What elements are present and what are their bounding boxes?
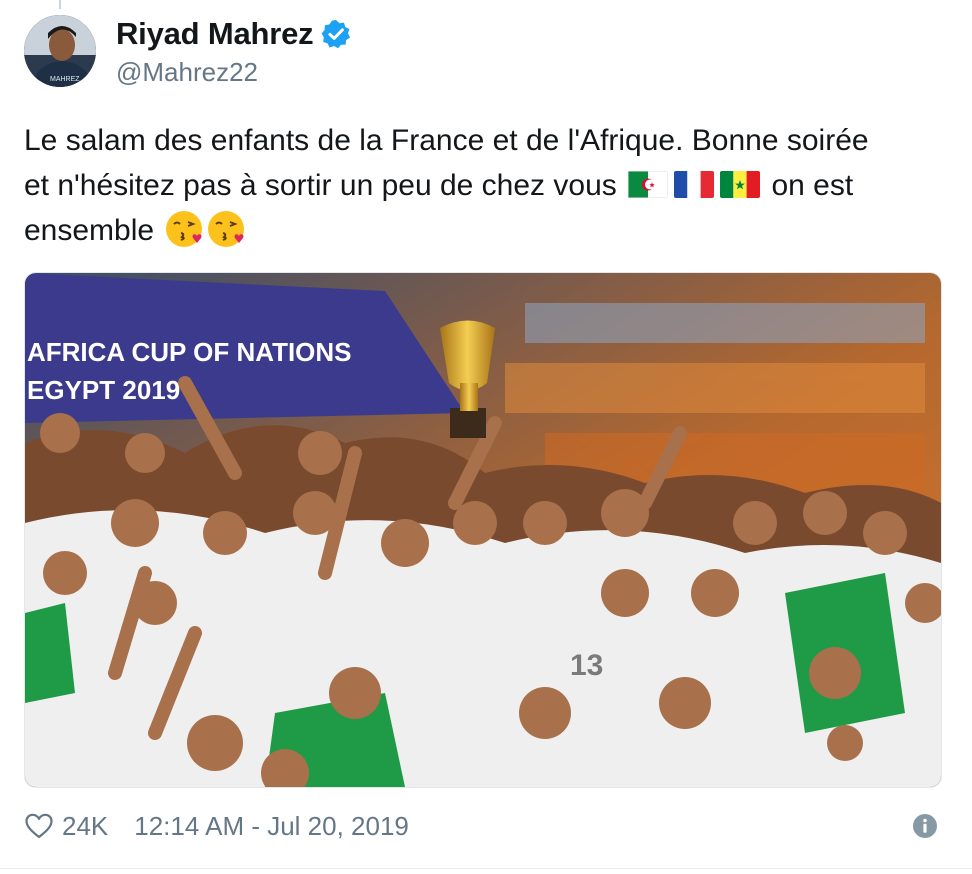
- display-name[interactable]: Riyad Mahrez: [116, 16, 314, 52]
- jersey-number: 13: [570, 649, 603, 682]
- tweet-timestamp[interactable]: 12:14 AM - Jul 20, 2019: [134, 811, 409, 842]
- avatar[interactable]: MAHREZ: [24, 15, 96, 87]
- tweet-text: Le salam des enfants de la France et de …: [24, 118, 954, 253]
- thread-line: [59, 0, 61, 9]
- banner-line2: EGYPT 2019: [27, 375, 180, 405]
- tweet-photo[interactable]: AFRICA CUP OF NATIONS EGYPT 2019 13: [24, 272, 942, 788]
- tweet-footer: 24K 12:14 AM - Jul 20, 2019: [24, 806, 944, 846]
- divider: [0, 868, 972, 869]
- user-handle[interactable]: @Mahrez22: [116, 57, 258, 88]
- tweet-text-line2-tail: on est: [771, 169, 854, 202]
- verified-badge-icon: [322, 20, 351, 49]
- tweet-text-line1: Le salam des enfants de la France et de …: [24, 124, 869, 157]
- like-count[interactable]: 24K: [62, 811, 108, 842]
- celebration-photo: AFRICA CUP OF NATIONS EGYPT 2019 13: [25, 273, 941, 787]
- avatar-photo: MAHREZ: [24, 15, 96, 87]
- svg-text:MAHREZ: MAHREZ: [50, 76, 80, 83]
- name-row: Riyad Mahrez: [116, 16, 351, 52]
- banner-line1: AFRICA CUP OF NATIONS: [27, 337, 352, 367]
- tweet-text-line2: et n'hésitez pas à sortir un peu de chez…: [24, 169, 617, 202]
- senegal-flag-icon: [720, 171, 761, 198]
- france-flag-icon: [674, 171, 715, 198]
- heart-icon[interactable]: [24, 811, 54, 841]
- info-icon[interactable]: [912, 813, 938, 839]
- tweet-text-line3: ensemble: [24, 214, 155, 247]
- algeria-flag-icon: [628, 171, 669, 198]
- face-blowing-kiss-icon: [166, 211, 203, 247]
- face-blowing-kiss-icon: [208, 211, 245, 247]
